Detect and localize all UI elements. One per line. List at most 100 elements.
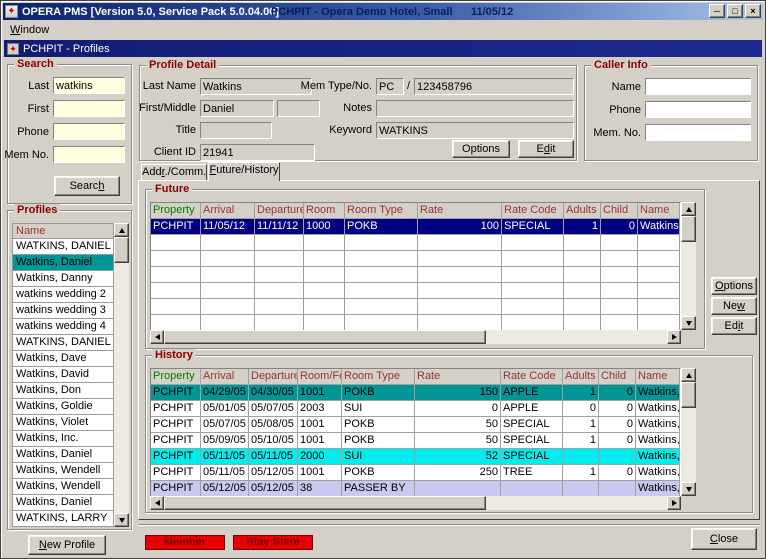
cell <box>255 283 304 299</box>
future-options-button[interactable]: Options <box>711 277 757 295</box>
history-row[interactable]: PCHPIT05/09/0505/10/051001POKB50SPECIAL1… <box>151 433 680 449</box>
scroll-right-button[interactable] <box>667 330 681 344</box>
keyword-field[interactable] <box>376 122 574 139</box>
future-row[interactable] <box>151 283 680 299</box>
profile-list-item[interactable]: WATKINS, DANIEL <box>12 335 114 351</box>
title-field[interactable] <box>200 122 272 139</box>
profile-list-item[interactable]: watkins wedding 3 <box>12 303 114 319</box>
history-row[interactable]: PCHPIT05/11/0505/12/051001POKB250TREE10W… <box>151 465 680 481</box>
history-vertical-scrollbar[interactable] <box>681 368 696 496</box>
tab-future-history[interactable]: Future/History <box>208 162 280 181</box>
profile-list-item[interactable]: Watkins, Violet <box>12 415 114 431</box>
minimize-icon[interactable]: ─ <box>709 4 725 18</box>
mem-no-field[interactable] <box>414 78 574 95</box>
history-row[interactable]: PCHPIT04/29/0504/30/051001POKB150APPLE10… <box>151 385 680 401</box>
col-rate-code: Rate Code <box>502 203 564 219</box>
first-name-field[interactable] <box>200 100 274 117</box>
history-row[interactable]: PCHPIT05/12/0505/12/0538PASSER BYWatkins… <box>151 481 680 497</box>
notes-field[interactable] <box>376 100 574 117</box>
new-profile-button[interactable]: New Profile <box>28 535 106 555</box>
profile-list-item[interactable]: watkins wedding 4 <box>12 319 114 335</box>
future-history-panel: Future PropertyArrivalDepartureRoomRoom … <box>138 180 760 520</box>
cell: Watkins, Da <box>636 465 680 481</box>
scroll-up-button[interactable] <box>681 368 696 382</box>
close-button[interactable]: Close <box>691 528 757 550</box>
profile-list-item[interactable]: Watkins, Dave <box>12 351 114 367</box>
col-child: Child <box>601 203 638 219</box>
scroll-thumb[interactable] <box>164 330 486 344</box>
search-first-input[interactable] <box>53 100 125 117</box>
caller-name-input[interactable] <box>645 78 751 95</box>
caller-phone-input[interactable] <box>645 101 751 118</box>
stay-state-badge[interactable]: Stay State <box>233 535 313 550</box>
profiles-scrollbar[interactable] <box>114 223 129 527</box>
profile-list-item[interactable]: Watkins, Wendell <box>12 463 114 479</box>
client-id-field[interactable] <box>200 144 315 161</box>
future-vertical-scrollbar[interactable] <box>681 202 696 330</box>
scroll-left-button[interactable] <box>150 330 164 344</box>
scroll-up-button[interactable] <box>681 202 696 216</box>
scroll-left-button[interactable] <box>150 496 164 510</box>
history-horizontal-scrollbar[interactable] <box>150 496 681 510</box>
cell: 1 <box>563 385 599 401</box>
profile-list-item[interactable]: watkins wedding 2 <box>12 287 114 303</box>
future-new-button[interactable]: New <box>711 297 757 315</box>
scroll-thumb[interactable] <box>681 382 696 408</box>
future-row[interactable] <box>151 299 680 315</box>
profile-list-item[interactable]: WATKINS, LARRY <box>12 511 114 527</box>
profile-list-item[interactable]: Watkins, Goldie <box>12 399 114 415</box>
profile-options-button[interactable]: Options <box>452 140 510 158</box>
scroll-down-button[interactable] <box>681 482 696 496</box>
profile-list-item[interactable]: Watkins, Daniel <box>12 255 114 271</box>
search-last-input[interactable] <box>53 77 125 94</box>
maximize-icon[interactable]: □ <box>727 4 743 18</box>
history-row[interactable]: PCHPIT05/07/0505/08/051001POKB50SPECIAL1… <box>151 417 680 433</box>
scroll-up-button[interactable] <box>114 223 129 237</box>
cell: 250 <box>415 465 501 481</box>
scroll-right-button[interactable] <box>667 496 681 510</box>
search-button[interactable]: Search <box>54 176 120 196</box>
profile-list-item[interactable]: Watkins, Don <box>12 383 114 399</box>
close-window-icon[interactable]: × <box>745 4 761 18</box>
search-phone-input[interactable] <box>53 123 125 140</box>
tab-addr-comm[interactable]: Addr./Comm. <box>141 164 207 180</box>
caller-mem-no-input[interactable] <box>645 124 751 141</box>
future-row[interactable]: PCHPIT11/05/1211/11/121000POKB100SPECIAL… <box>151 219 680 235</box>
future-row[interactable] <box>151 251 680 267</box>
scroll-track[interactable] <box>681 216 696 316</box>
profile-edit-button[interactable]: Edit <box>518 140 574 158</box>
future-row[interactable] <box>151 267 680 283</box>
history-row[interactable]: PCHPIT05/01/0505/07/052003SUI0APPLE00Wat… <box>151 401 680 417</box>
future-horizontal-scrollbar[interactable] <box>150 330 681 344</box>
cell: 50 <box>415 433 501 449</box>
history-row[interactable]: PCHPIT05/11/0505/11/052000SUI52SPECIALWa… <box>151 449 680 465</box>
profile-list-item[interactable]: WATKINS, DANIEL <box>12 239 114 255</box>
scroll-thumb[interactable] <box>681 216 696 242</box>
cell: 0 <box>599 433 636 449</box>
scroll-track[interactable] <box>164 330 667 344</box>
future-row[interactable] <box>151 315 680 331</box>
scroll-thumb[interactable] <box>164 496 486 510</box>
profile-list-item[interactable]: Watkins, Danny <box>12 271 114 287</box>
mem-type-field[interactable] <box>376 78 404 95</box>
profile-list-item[interactable]: Watkins, Daniel <box>12 447 114 463</box>
history-table: PropertyArrivalDepartureRoom/Fol.Room Ty… <box>150 368 681 498</box>
future-row[interactable] <box>151 235 680 251</box>
cell <box>638 251 680 267</box>
scroll-track[interactable] <box>681 382 696 482</box>
menu-window[interactable]: Window <box>3 22 56 38</box>
future-edit-button[interactable]: Edit <box>711 317 757 335</box>
search-mem-no-input[interactable] <box>53 146 125 163</box>
profile-list-item[interactable]: Watkins, Inc. <box>12 431 114 447</box>
scroll-down-button[interactable] <box>681 316 696 330</box>
scroll-track[interactable] <box>114 237 129 513</box>
search-first-label: First <box>28 103 49 115</box>
last-name-field[interactable] <box>200 78 312 95</box>
scroll-thumb[interactable] <box>114 237 129 263</box>
scroll-track[interactable] <box>164 496 667 510</box>
member-badge[interactable]: Member <box>145 535 225 550</box>
scroll-down-button[interactable] <box>114 513 129 527</box>
profile-list-item[interactable]: Watkins, Daniel <box>12 495 114 511</box>
profile-list-item[interactable]: Watkins, David <box>12 367 114 383</box>
profile-list-item[interactable]: Watkins, Wendell <box>12 479 114 495</box>
